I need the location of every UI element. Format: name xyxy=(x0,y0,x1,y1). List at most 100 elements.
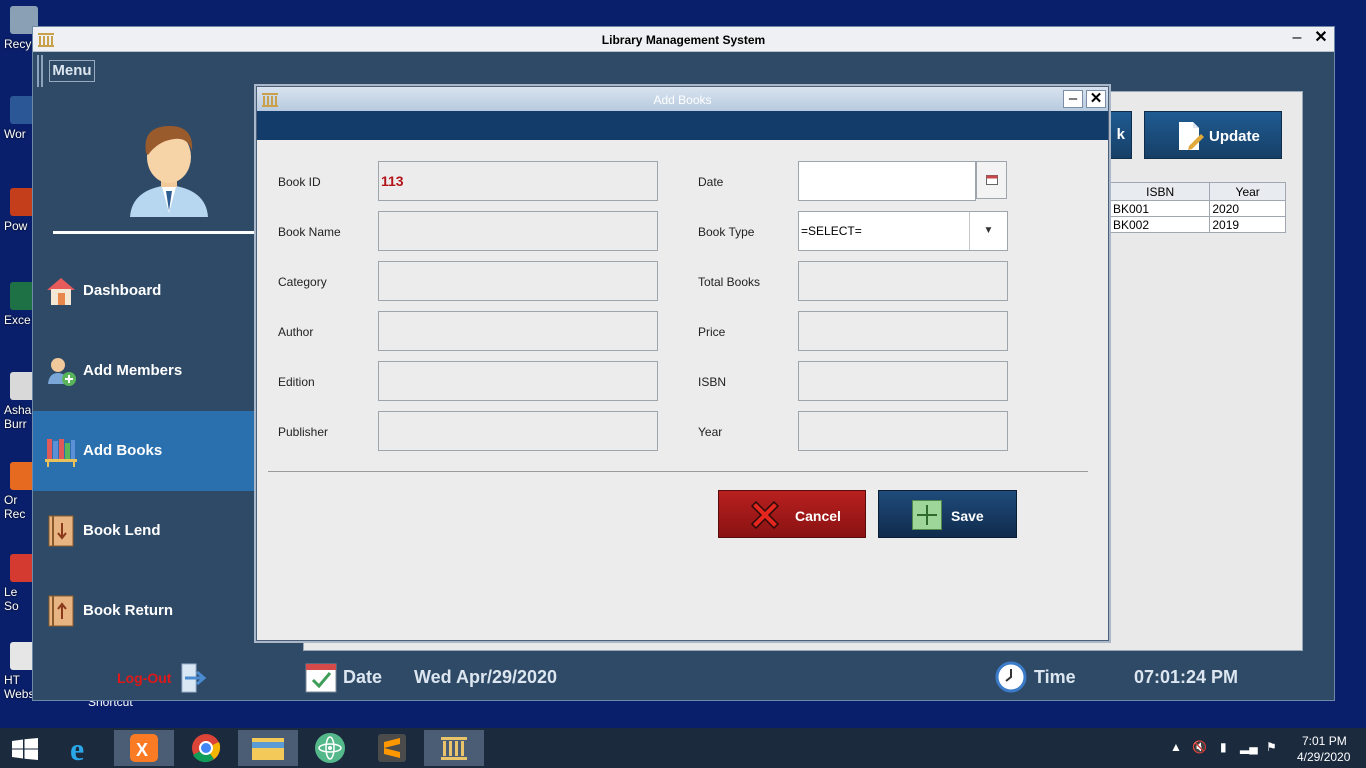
edit-document-icon xyxy=(1179,122,1204,150)
partial-action-label: k xyxy=(1116,126,1125,143)
calendar-icon xyxy=(305,663,337,693)
network-icon[interactable]: ▂▄ xyxy=(1240,740,1258,754)
book-id-label: Book ID xyxy=(278,175,321,189)
close-button[interactable]: ✕ xyxy=(1310,29,1332,49)
menu-button[interactable]: Menu xyxy=(49,60,95,82)
battery-icon[interactable]: ▮ xyxy=(1220,740,1227,754)
chrome-icon xyxy=(192,734,221,763)
dialog-minimize-button[interactable]: – xyxy=(1063,90,1083,108)
edition-label: Edition xyxy=(278,375,315,389)
taskbar-file-explorer[interactable] xyxy=(238,730,298,766)
table-row[interactable]: BK002 2019 xyxy=(1109,216,1286,233)
time-value: 07:01:24 PM xyxy=(1134,667,1239,687)
taskbar-ie[interactable]: e xyxy=(52,730,112,767)
dialog-close-button[interactable]: ✕ xyxy=(1086,90,1106,108)
home-icon xyxy=(47,278,75,305)
book-return-icon xyxy=(48,595,74,627)
price-field[interactable] xyxy=(798,311,1008,351)
sidebar-item-label: Add Books xyxy=(83,442,163,459)
svg-text:e: e xyxy=(70,731,84,766)
dialog-titlebar[interactable]: Add Books – ✕ xyxy=(257,87,1108,111)
author-field[interactable] xyxy=(378,311,658,351)
book-type-value: =SELECT= xyxy=(801,224,862,238)
sidebar-item-label: Dashboard xyxy=(83,282,162,299)
cancel-label: Cancel xyxy=(795,508,841,524)
sidebar-item-label: Add Members xyxy=(83,362,183,379)
ie-icon: e xyxy=(70,731,84,767)
save-label: Save xyxy=(951,508,984,524)
sidebar-item-dashboard[interactable]: Dashboard xyxy=(33,251,255,331)
sidebar-item-add-members[interactable]: Add Members xyxy=(33,331,255,411)
book-id-field[interactable]: 113 xyxy=(378,161,658,201)
taskbar-atom[interactable] xyxy=(300,730,360,766)
window-title: Library Management System xyxy=(601,33,766,47)
dialog-title: Add Books xyxy=(653,93,712,107)
books-icon xyxy=(45,439,77,467)
table-cell: BK001 xyxy=(1109,200,1211,217)
book-name-field[interactable] xyxy=(378,211,658,251)
sidebar-item-book-lend[interactable]: Book Lend xyxy=(33,491,255,571)
isbn-field[interactable] xyxy=(798,361,1008,401)
sidebar-item-add-books[interactable]: Add Books xyxy=(33,411,255,491)
taskbar: e X ▲ 🔇 ▮ ▂▄ ⚑ 7:01 PM 4/29/2020 xyxy=(0,728,1366,768)
menu-grip-handle[interactable] xyxy=(37,55,43,87)
taskbar-xampp[interactable]: X xyxy=(114,730,174,766)
update-button[interactable]: Update xyxy=(1144,111,1282,159)
sidebar-item-label: Book Return xyxy=(83,602,173,619)
clock-icon xyxy=(995,661,1027,693)
book-name-label: Book Name xyxy=(278,225,341,239)
save-button[interactable]: Save xyxy=(878,490,1017,538)
tray-overflow-icon[interactable]: ▲ xyxy=(1170,740,1182,754)
year-field[interactable] xyxy=(798,411,1008,451)
update-label: Update xyxy=(1209,128,1260,145)
taskbar-library-app[interactable] xyxy=(424,730,484,766)
chevron-down-icon[interactable]: ▼ xyxy=(969,212,1007,250)
books-table: ISBN Year BK001 2020 BK002 2019 xyxy=(1109,182,1286,233)
table-row[interactable]: BK001 2020 xyxy=(1109,200,1286,217)
book-lend-icon xyxy=(48,515,74,547)
dialog-separator xyxy=(268,471,1088,472)
windows-start-icon[interactable] xyxy=(12,738,38,760)
table-cell: 2019 xyxy=(1209,216,1286,233)
logout-link[interactable]: Log-Out xyxy=(117,670,171,686)
clock-date[interactable]: 4/29/2020 xyxy=(1297,750,1350,764)
date-picker-button[interactable] xyxy=(976,161,1007,199)
add-member-icon xyxy=(48,358,76,386)
category-label: Category xyxy=(278,275,327,289)
taskbar-chrome[interactable] xyxy=(176,730,236,766)
clock-time[interactable]: 7:01 PM xyxy=(1302,734,1347,748)
sidebar-divider xyxy=(53,231,256,234)
book-type-select[interactable]: =SELECT= ▼ xyxy=(798,211,1008,251)
add-books-dialog: Add Books – ✕ Book ID 113 Book Name Cate… xyxy=(256,86,1109,641)
date-label: Date xyxy=(698,175,724,189)
minimize-button[interactable]: – xyxy=(1286,29,1308,49)
svg-text:X: X xyxy=(136,740,148,760)
publisher-label: Publisher xyxy=(278,425,329,439)
sidebar-item-book-return[interactable]: Book Return xyxy=(33,571,255,651)
main-titlebar[interactable]: Library Management System – ✕ xyxy=(33,27,1334,52)
calendar-icon xyxy=(986,175,998,185)
sidebar-item-label: Book Lend xyxy=(83,522,161,539)
book-type-label: Book Type xyxy=(698,225,755,239)
taskbar-sublime[interactable] xyxy=(362,730,422,766)
total-books-label: Total Books xyxy=(698,275,761,289)
price-label: Price xyxy=(698,325,726,339)
publisher-field[interactable] xyxy=(378,411,658,451)
book-id-value: 113 xyxy=(381,173,404,189)
date-field[interactable] xyxy=(798,161,976,201)
table-header-isbn[interactable]: ISBN xyxy=(1109,182,1211,201)
speaker-muted-icon[interactable]: 🔇 xyxy=(1192,740,1207,754)
action-center-icon[interactable]: ⚑ xyxy=(1266,740,1277,754)
author-label: Author xyxy=(278,325,314,339)
total-books-field[interactable] xyxy=(798,261,1008,301)
cancel-x-icon xyxy=(750,500,780,530)
isbn-label: ISBN xyxy=(698,375,727,389)
time-label: Time xyxy=(1034,667,1076,687)
cancel-button[interactable]: Cancel xyxy=(718,490,866,538)
logout-arrow-icon[interactable] xyxy=(181,663,207,693)
edition-field[interactable] xyxy=(378,361,658,401)
category-field[interactable] xyxy=(378,261,658,301)
table-header-year[interactable]: Year xyxy=(1209,182,1286,201)
table-cell: BK002 xyxy=(1109,216,1211,233)
sublime-icon xyxy=(378,734,406,762)
